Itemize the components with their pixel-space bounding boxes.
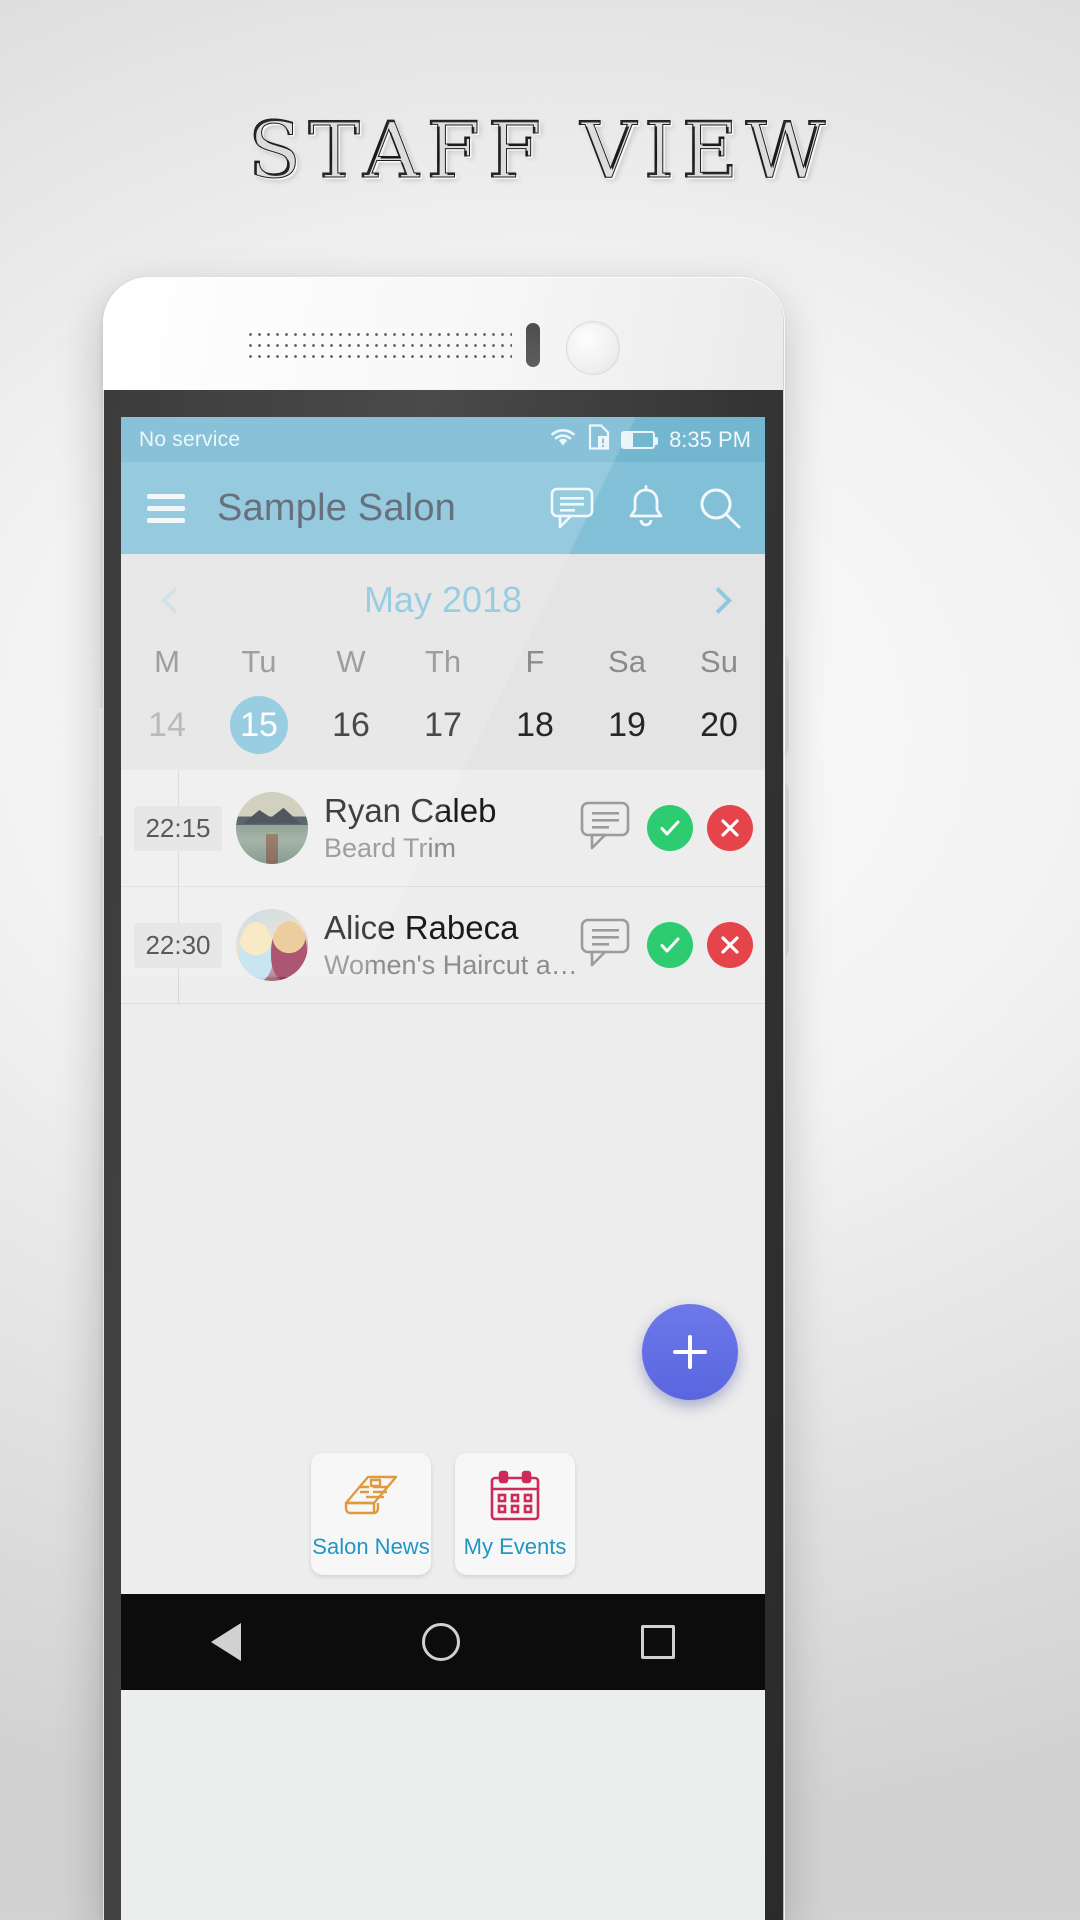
battery-icon: [621, 430, 659, 449]
appointment-time: 22:15: [134, 805, 222, 851]
calendar-day-cell-selected[interactable]: 15: [213, 696, 305, 754]
status-bar: No service 8:35 PM: [121, 417, 765, 462]
appointment-actions: [579, 917, 753, 974]
android-navigation-bar: [121, 1594, 765, 1690]
sim-missing-icon: [588, 423, 610, 456]
hamburger-menu-icon[interactable]: [147, 493, 185, 523]
calendar-day-cell[interactable]: 20: [673, 696, 765, 754]
tab-my-events[interactable]: My Events: [455, 1453, 575, 1575]
calendar-next-month-button[interactable]: [693, 575, 743, 625]
day-number: 17: [424, 705, 462, 744]
calendar-header: May 2018: [121, 564, 765, 636]
day-number: 18: [516, 705, 554, 744]
calendar-day-cell[interactable]: 17: [397, 696, 489, 754]
client-name: Ryan Caleb: [324, 792, 497, 829]
calendar-month-label: May 2018: [363, 579, 523, 620]
accept-appointment-button[interactable]: [647, 922, 693, 968]
client-name: Alice Rabeca: [324, 909, 519, 946]
plus-icon: [673, 1335, 707, 1369]
appointment-details: Ryan Caleb Beard Trim: [324, 792, 579, 864]
bell-icon[interactable]: [625, 485, 667, 531]
weekday-label: W: [336, 644, 366, 679]
close-icon: [721, 936, 739, 954]
appointment-details: Alice Rabeca Women's Haircut and Blow...: [324, 909, 579, 981]
calendar-icon: [486, 1469, 544, 1528]
lake-photo-avatar: [236, 792, 308, 864]
back-triangle-icon[interactable]: [211, 1623, 242, 1661]
calendar-weekday-row: M Tu W Th F Sa Su: [121, 636, 765, 696]
calendar-day-cell[interactable]: 14: [121, 696, 213, 754]
phone-mockup: No service 8:35 PM Sample Salon May 2018…: [99, 277, 787, 1920]
calendar-strip: May 2018 M Tu W Th F Sa Su 14 15 16 17 1…: [121, 554, 765, 770]
accept-appointment-button[interactable]: [647, 805, 693, 851]
appointment-row[interactable]: 22:15 Ryan Caleb Beard Trim: [121, 770, 765, 887]
app-bar-actions: [549, 485, 743, 531]
tab-salon-news[interactable]: Salon News: [311, 1453, 431, 1575]
decline-appointment-button[interactable]: [707, 805, 753, 851]
chevron-left-icon: [160, 586, 188, 614]
calendar-prev-month-button[interactable]: [149, 575, 199, 625]
promo-title-text: STAFF VIEW: [247, 106, 833, 197]
weekday-label: M: [154, 644, 180, 679]
home-circle-icon[interactable]: [421, 1623, 460, 1661]
day-number: 14: [148, 705, 186, 744]
wifi-icon: [549, 426, 577, 454]
phone-front-camera: [566, 321, 620, 375]
service-name: Beard Trim: [324, 833, 457, 863]
weekday-label: Su: [700, 644, 738, 679]
status-icons: 8:35 PM: [549, 423, 751, 456]
cartoon-sisters-avatar: [236, 909, 308, 981]
clock-label: 8:35 PM: [669, 426, 751, 452]
weekday-label: Sa: [608, 644, 646, 679]
calendar-day-cell[interactable]: 18: [489, 696, 581, 754]
day-number: 15: [230, 696, 288, 754]
day-number: 20: [700, 705, 738, 744]
appointment-list: 22:15 Ryan Caleb Beard Trim 22:30 Alice …: [121, 770, 765, 1004]
appointment-time: 22:30: [134, 922, 222, 968]
calendar-day-cell[interactable]: 16: [305, 696, 397, 754]
search-icon[interactable]: [697, 485, 743, 531]
tab-label: My Events: [463, 1533, 567, 1559]
add-appointment-fab[interactable]: [642, 1304, 738, 1400]
chat-icon[interactable]: [579, 800, 633, 857]
recents-square-icon[interactable]: [640, 1625, 675, 1659]
page-title: Sample Salon: [217, 486, 456, 529]
appointment-actions: [579, 800, 753, 857]
carrier-label: No service: [139, 427, 241, 451]
app-bar: Sample Salon: [121, 462, 765, 554]
check-icon: [660, 937, 680, 953]
day-number: 19: [608, 705, 646, 744]
day-number: 16: [332, 705, 370, 744]
phone-screen-bezel: No service 8:35 PM Sample Salon May 2018…: [103, 390, 783, 1920]
phone-earpiece-speaker: [246, 329, 512, 359]
bottom-tab-bar: Salon News My Events: [121, 1434, 765, 1594]
chat-icon[interactable]: [579, 917, 633, 974]
tab-label: Salon News: [312, 1533, 430, 1559]
close-icon: [721, 819, 739, 837]
chat-icon[interactable]: [549, 486, 595, 530]
weekday-label: Th: [424, 644, 462, 679]
chevron-right-icon: [704, 586, 732, 614]
appointment-row[interactable]: 22:30 Alice Rabeca Women's Haircut and B…: [121, 887, 765, 1004]
calendar-day-row: 14 15 16 17 18 19 20: [121, 696, 765, 754]
empty-content-area: [121, 1004, 765, 1434]
phone-proximity-sensor: [526, 323, 540, 367]
weekday-label: F: [525, 644, 545, 679]
service-name: Women's Haircut and Blow...: [324, 950, 579, 980]
promo-title: STAFF VIEW: [0, 106, 1080, 197]
newspaper-icon: [340, 1469, 402, 1528]
decline-appointment-button[interactable]: [707, 922, 753, 968]
phone-screen: No service 8:35 PM Sample Salon May 2018…: [121, 417, 765, 1920]
weekday-label: Tu: [241, 644, 277, 679]
calendar-day-cell[interactable]: 19: [581, 696, 673, 754]
check-icon: [660, 820, 680, 836]
